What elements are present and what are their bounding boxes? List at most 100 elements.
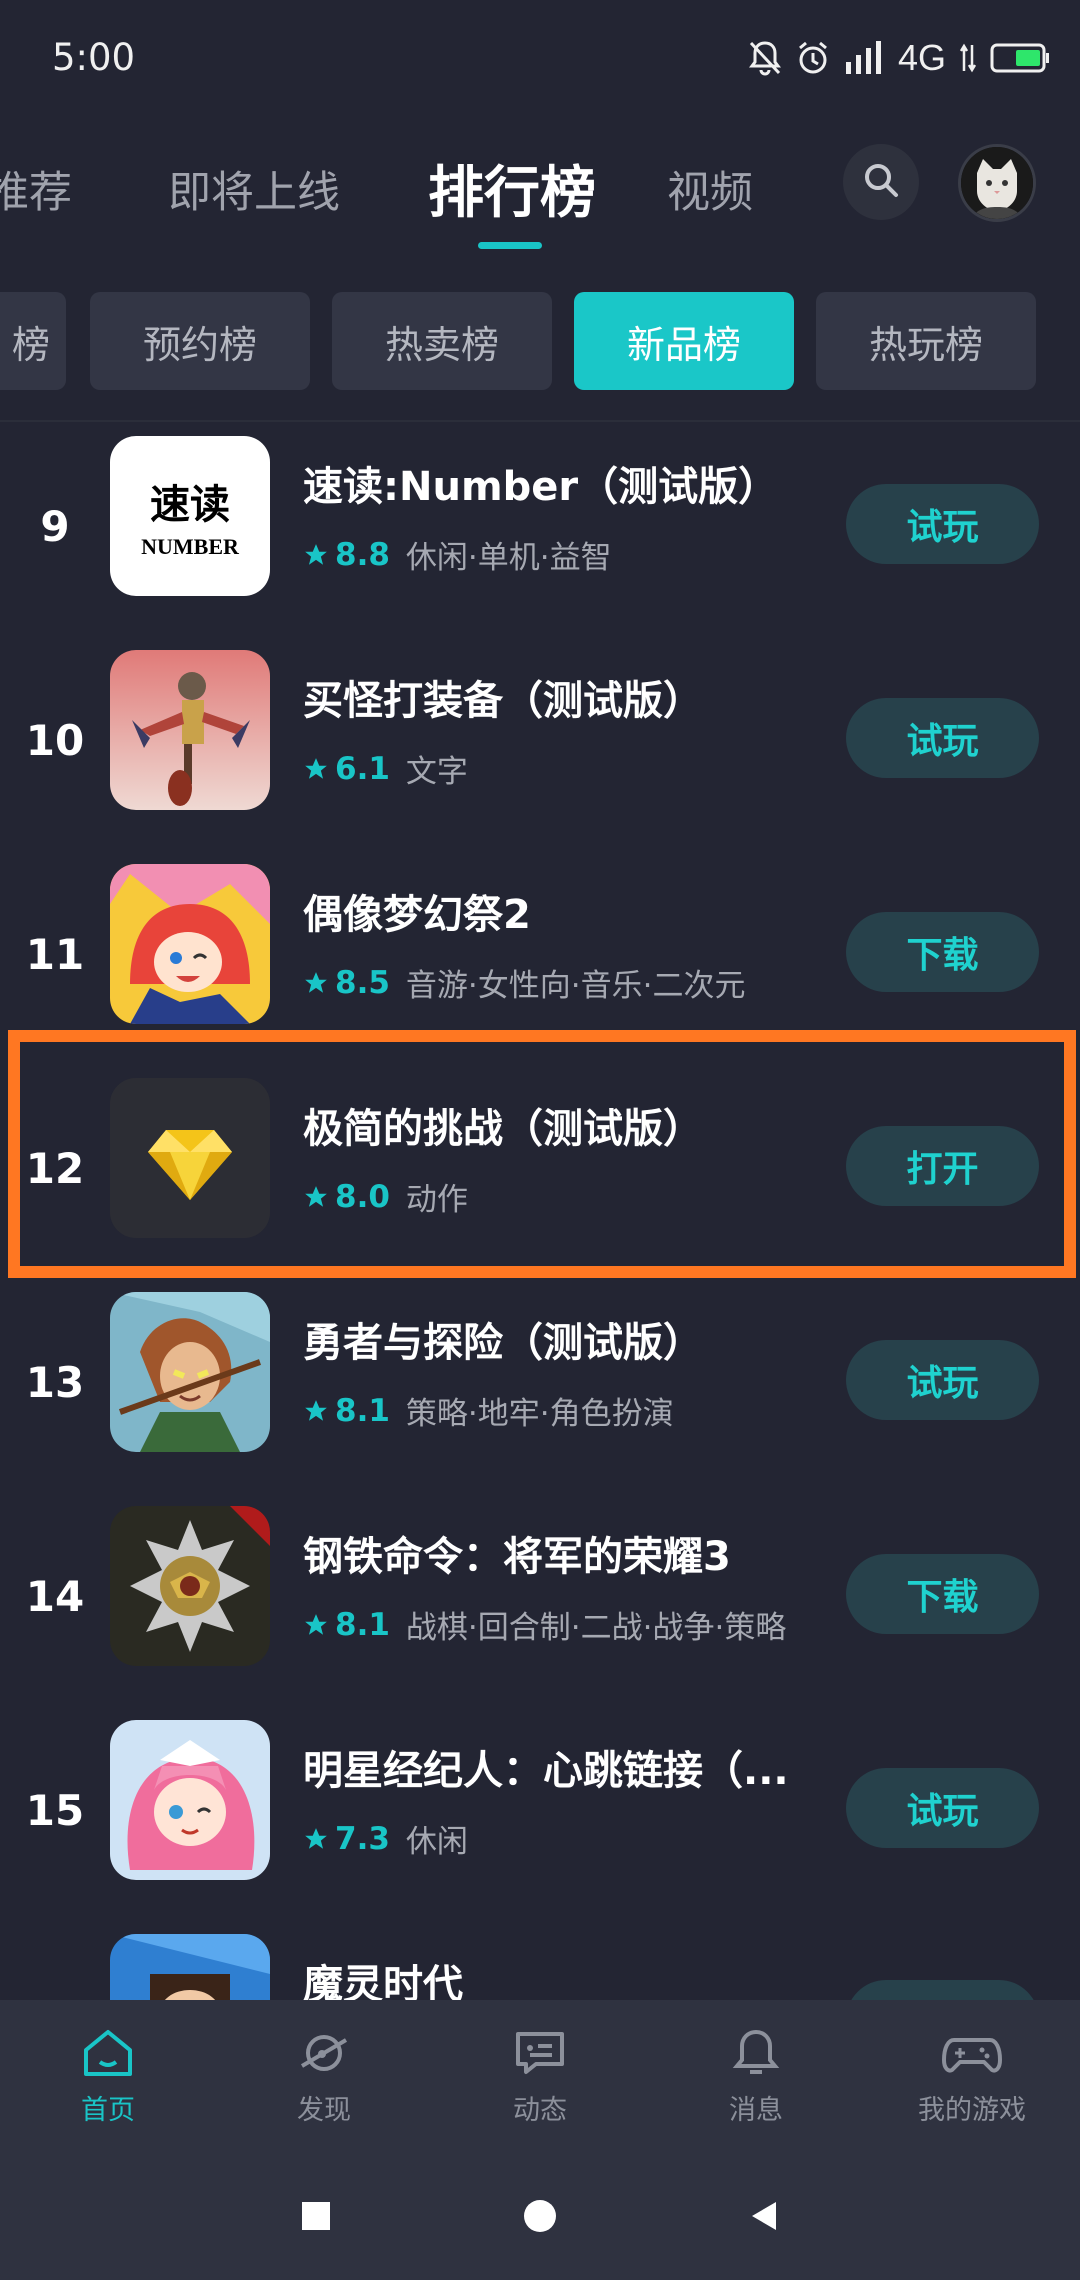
bottom-nav-feed[interactable]: 动态 <box>432 2028 648 2127</box>
gamepad-icon <box>942 2038 1002 2073</box>
divider <box>0 420 1080 422</box>
rank-number: 15 <box>25 1786 85 1835</box>
bottom-nav-messages[interactable]: 消息 <box>648 2028 864 2127</box>
game-title[interactable]: 钢铁命令：将军的荣耀3 <box>303 1524 823 1582</box>
highlight-box <box>8 1030 1076 1278</box>
chip-bestseller[interactable]: 热卖榜 <box>332 292 552 390</box>
tab-upcoming[interactable]: 即将上线 <box>168 158 340 220</box>
planet-icon <box>300 2035 348 2071</box>
game-title[interactable]: 明星经纪人：心跳链接（... <box>303 1738 823 1796</box>
signal-bars-icon <box>844 40 884 76</box>
game-title[interactable]: 偶像梦幻祭2 <box>303 882 823 940</box>
rating-score: 8.1 <box>335 1606 390 1643</box>
bottom-nav-label: 动态 <box>513 2095 567 2126</box>
chip-label: 榜 <box>11 322 50 367</box>
chip-label: 预约榜 <box>142 322 257 367</box>
download-button[interactable]: 下载 <box>846 1554 1039 1634</box>
bottom-nav-label: 首页 <box>81 2095 135 2126</box>
list-item[interactable]: 14 钢铁命令：将军的荣耀3 8.1 战棋·回合制·二战·战争·策略 下载 <box>0 1504 1080 1718</box>
try-button[interactable]: 试玩 <box>846 698 1039 778</box>
square-icon <box>302 2202 330 2230</box>
back-button[interactable] <box>734 2186 794 2246</box>
bottom-nav-label: 消息 <box>729 2095 783 2126</box>
idol-boy-icon[interactable] <box>110 864 270 1024</box>
list-item[interactable]: 13 勇者与探险（测试版） 8.1 策略·地牢·角色扮演 试玩 <box>0 1290 1080 1504</box>
top-nav: 推荐 即将上线 排行榜 视频 <box>0 118 1080 278</box>
bottom-nav: 首页 发现 动态 消息 我的游戏 <box>0 2000 1080 2140</box>
rating-score: 6.1 <box>335 750 390 787</box>
status-icons: 4G <box>748 36 1050 80</box>
bottom-nav-label: 发现 <box>297 2095 351 2126</box>
rating-score: 8.8 <box>335 536 390 573</box>
list-item[interactable]: 魔灵时代 <box>0 1932 1080 2000</box>
bottom-nav-my-games[interactable]: 我的游戏 <box>864 2028 1080 2127</box>
star-icon <box>305 971 327 993</box>
star-icon <box>305 1827 327 1849</box>
avatar[interactable] <box>958 144 1036 222</box>
bottom-nav-home[interactable]: 首页 <box>0 2028 216 2127</box>
bottom-nav-discover[interactable]: 发现 <box>216 2028 432 2127</box>
rank-number: 11 <box>25 930 85 979</box>
chip-ranking-partial[interactable]: 榜 <box>0 292 66 390</box>
game-meta: 6.1 文字 <box>303 746 468 791</box>
game-tags: 策略·地牢·角色扮演 <box>405 1396 674 1432</box>
chat-icon <box>516 2032 564 2074</box>
elf-archer-icon[interactable] <box>110 1292 270 1452</box>
cat-avatar-icon <box>961 147 1033 219</box>
try-button[interactable]: 试玩 <box>846 1768 1039 1848</box>
alarm-icon <box>796 40 830 76</box>
game-meta: 8.8 休闲·单机·益智 <box>303 532 612 577</box>
game-list[interactable]: 9 速读 NUMBER 速读:Number（测试版） 8.8 休闲·单机·益智 … <box>0 430 1080 2000</box>
rank-number: 10 <box>25 716 85 765</box>
tab-video[interactable]: 视频 <box>667 158 753 220</box>
tab-recommend[interactable]: 推荐 <box>0 158 72 220</box>
game-meta: 8.1 战棋·回合制·二战·战争·策略 <box>303 1602 786 1647</box>
game-title[interactable]: 魔灵时代 <box>303 1952 823 2000</box>
game-meta: 8.5 音游·女性向·音乐·二次元 <box>303 960 745 1005</box>
download-button[interactable]: 下载 <box>846 912 1039 992</box>
magic-hero-icon[interactable] <box>110 1934 270 2000</box>
game-meta: 7.3 休闲 <box>303 1816 468 1861</box>
active-tab-indicator <box>478 242 542 249</box>
game-tags: 文字 <box>405 754 468 790</box>
chip-label: 热玩榜 <box>868 322 983 367</box>
bell-icon <box>732 2029 780 2074</box>
circle-icon <box>524 2200 556 2232</box>
rank-number: 14 <box>25 1572 85 1621</box>
star-icon <box>305 1399 327 1421</box>
network-label: 4G <box>897 37 946 78</box>
eagle-medal-icon[interactable] <box>110 1506 270 1666</box>
game-title[interactable]: 速读:Number（测试版） <box>303 454 823 512</box>
search-button[interactable] <box>843 144 919 220</box>
home-icon <box>84 2030 132 2076</box>
rank-number: 9 <box>40 502 70 551</box>
category-chips: 榜 预约榜 热卖榜 新品榜 热玩榜 <box>0 292 1080 392</box>
chip-hot-play[interactable]: 热玩榜 <box>816 292 1036 390</box>
try-button[interactable]: 试玩 <box>846 484 1039 564</box>
bottom-nav-label: 我的游戏 <box>918 2095 1026 2126</box>
rating-score: 8.5 <box>335 964 390 1001</box>
status-time: 5:00 <box>52 36 136 79</box>
game-title[interactable]: 买怪打装备（测试版） <box>303 668 823 726</box>
tab-rankings[interactable]: 排行榜 <box>428 148 596 229</box>
list-item[interactable]: 10 买怪打装备（测试版） 6.1 文字 试玩 <box>0 648 1080 862</box>
home-button[interactable] <box>510 2186 570 2246</box>
back-triangle-icon <box>752 2202 776 2230</box>
chip-reservation[interactable]: 预约榜 <box>90 292 310 390</box>
pink-hair-girl-icon[interactable] <box>110 1720 270 1880</box>
monster-warrior-icon[interactable] <box>110 650 270 810</box>
action-button[interactable] <box>846 1980 1039 2000</box>
rating-score: 7.3 <box>335 1820 390 1857</box>
list-item[interactable]: 9 速读 NUMBER 速读:Number（测试版） 8.8 休闲·单机·益智 … <box>0 434 1080 648</box>
chip-new-releases[interactable]: 新品榜 <box>574 292 794 390</box>
list-item[interactable]: 15 明星经纪人：心跳链接（... 7.3 休闲 试玩 <box>0 1718 1080 1932</box>
chip-label: 热卖榜 <box>384 322 499 367</box>
system-nav-bar <box>0 2140 1080 2280</box>
game-title[interactable]: 勇者与探险（测试版） <box>303 1310 823 1368</box>
recents-button[interactable] <box>286 2186 346 2246</box>
game-meta: 8.1 策略·地牢·角色扮演 <box>303 1388 674 1433</box>
search-icon <box>861 160 901 204</box>
try-button[interactable]: 试玩 <box>846 1340 1039 1420</box>
sudu-number-icon[interactable]: 速读 NUMBER <box>110 436 270 596</box>
battery-icon <box>990 43 1050 73</box>
